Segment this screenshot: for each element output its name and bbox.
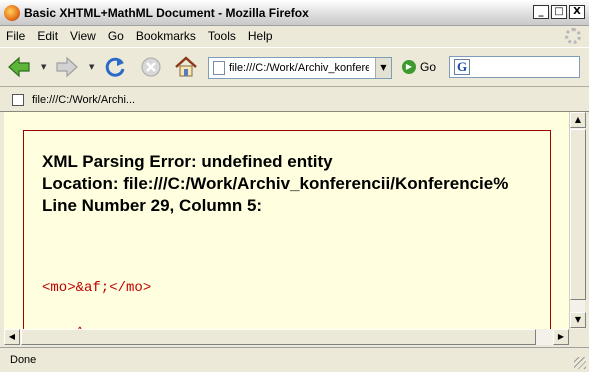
maximize-button[interactable]: □ — [551, 5, 567, 19]
resize-grip-icon[interactable] — [574, 357, 586, 369]
go-button[interactable]: ▶ Go — [402, 60, 436, 74]
reload-button[interactable] — [102, 54, 128, 80]
parse-error-box: XML Parsing Error: undefined entity Loca… — [23, 130, 551, 329]
menu-bookmarks[interactable]: Bookmarks — [130, 29, 202, 43]
error-location: Location: file:///C:/Work/Archiv_konfere… — [42, 174, 509, 193]
scroll-down-button[interactable]: ▼ — [570, 312, 586, 328]
stop-icon — [141, 57, 161, 77]
menu-edit[interactable]: Edit — [31, 29, 64, 43]
go-arrow-icon: ▶ — [402, 60, 416, 74]
source-line: <mo>&af;</mo> — [42, 280, 152, 296]
scroll-left-button[interactable]: ◀ — [4, 329, 20, 345]
home-icon — [175, 56, 197, 77]
search-bar[interactable]: G — [449, 56, 580, 78]
back-arrow-icon — [8, 56, 30, 78]
error-source-text: <mo>&af;</mo> ----^ — [42, 251, 152, 330]
menu-go[interactable]: Go — [102, 29, 130, 43]
minimize-button[interactable]: _ — [533, 5, 549, 19]
page-icon — [213, 61, 225, 75]
throbber-icon — [565, 28, 581, 44]
back-history-dropdown[interactable]: ▼ — [41, 64, 47, 71]
address-bar[interactable]: file:///C:/Work/Archiv_konferencii/Konfe… — [208, 57, 392, 79]
status-bar: Done — [0, 347, 589, 372]
window-title: Basic XHTML+MathML Document - Mozilla Fi… — [24, 5, 309, 20]
scrollbar-corner — [569, 329, 585, 345]
tab-label[interactable]: file:///C:/Work/Archi... — [32, 94, 135, 106]
title-bar: Basic XHTML+MathML Document - Mozilla Fi… — [0, 0, 589, 26]
navigation-toolbar: ▼ ▼ file:///C:/Work/Archiv_konferencii/K… — [0, 47, 589, 87]
horizontal-scroll-thumb[interactable] — [21, 329, 536, 345]
menu-tools[interactable]: Tools — [202, 29, 242, 43]
search-engine-icon[interactable]: G — [454, 59, 470, 75]
home-button[interactable] — [173, 54, 199, 80]
menu-file[interactable]: File — [0, 29, 31, 43]
forward-history-dropdown[interactable]: ▼ — [89, 64, 95, 71]
menu-bar: File Edit View Go Bookmarks Tools Help — [0, 26, 589, 46]
scroll-up-button[interactable]: ▲ — [570, 112, 586, 128]
status-text: Done — [10, 354, 37, 366]
scroll-right-button[interactable]: ▶ — [553, 329, 569, 345]
vertical-scrollbar[interactable]: ▲ ▼ — [569, 112, 586, 329]
error-heading: XML Parsing Error: undefined entity Loca… — [42, 151, 508, 217]
tab-page-icon — [12, 93, 24, 106]
menu-view[interactable]: View — [64, 29, 102, 43]
close-button[interactable]: X — [569, 5, 585, 19]
menu-help[interactable]: Help — [242, 29, 279, 43]
error-message: XML Parsing Error: undefined entity — [42, 152, 333, 171]
horizontal-scrollbar[interactable]: ◀ ▶ — [4, 329, 569, 345]
url-text[interactable]: file:///C:/Work/Archiv_konferencii/Konfe… — [229, 62, 369, 74]
go-label: Go — [420, 60, 437, 74]
tab-bar: file:///C:/Work/Archi... — [0, 88, 589, 112]
url-dropdown-button[interactable]: ▼ — [375, 58, 391, 78]
stop-button[interactable] — [138, 54, 164, 80]
firefox-icon — [4, 4, 20, 21]
reload-icon — [105, 57, 125, 77]
vertical-scroll-thumb[interactable] — [570, 129, 586, 300]
forward-button[interactable] — [54, 54, 80, 80]
back-button[interactable] — [6, 54, 32, 80]
error-line-number: Line Number 29, Column 5: — [42, 196, 263, 215]
forward-arrow-icon — [56, 56, 78, 78]
window-controls: _ □ X — [533, 5, 585, 19]
page-content: XML Parsing Error: undefined entity Loca… — [4, 112, 569, 329]
